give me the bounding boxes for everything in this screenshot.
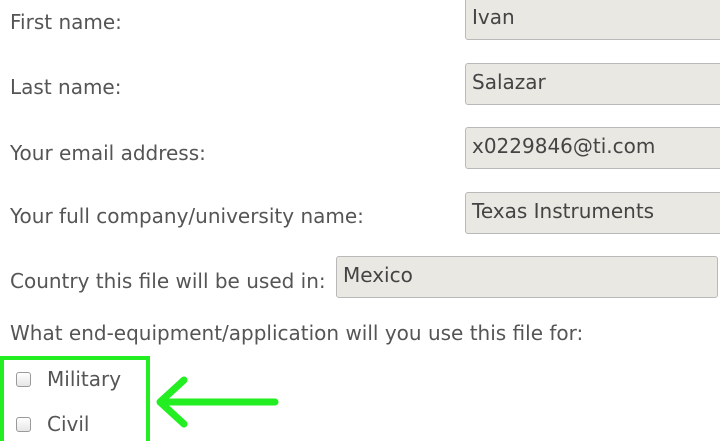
- highlight-box: [0, 356, 150, 441]
- last-name-label: Last name:: [10, 75, 122, 99]
- first-name-field[interactable]: Ivan: [465, 0, 720, 40]
- company-label: Your full company/university name:: [10, 204, 364, 228]
- company-field[interactable]: Texas Instruments: [465, 192, 720, 234]
- last-name-field[interactable]: Salazar: [465, 63, 720, 105]
- first-name-label: First name:: [10, 10, 122, 34]
- end-equipment-question: What end-equipment/application will you …: [10, 321, 584, 345]
- download-request-form: First name: Ivan Last name: Salazar Your…: [0, 0, 720, 441]
- email-field[interactable]: x0229846@ti.com: [465, 127, 720, 169]
- arrow-left-icon: [156, 376, 279, 428]
- email-label: Your email address:: [10, 141, 206, 165]
- country-label: Country this file will be used in:: [10, 269, 326, 293]
- country-field[interactable]: Mexico: [336, 256, 718, 298]
